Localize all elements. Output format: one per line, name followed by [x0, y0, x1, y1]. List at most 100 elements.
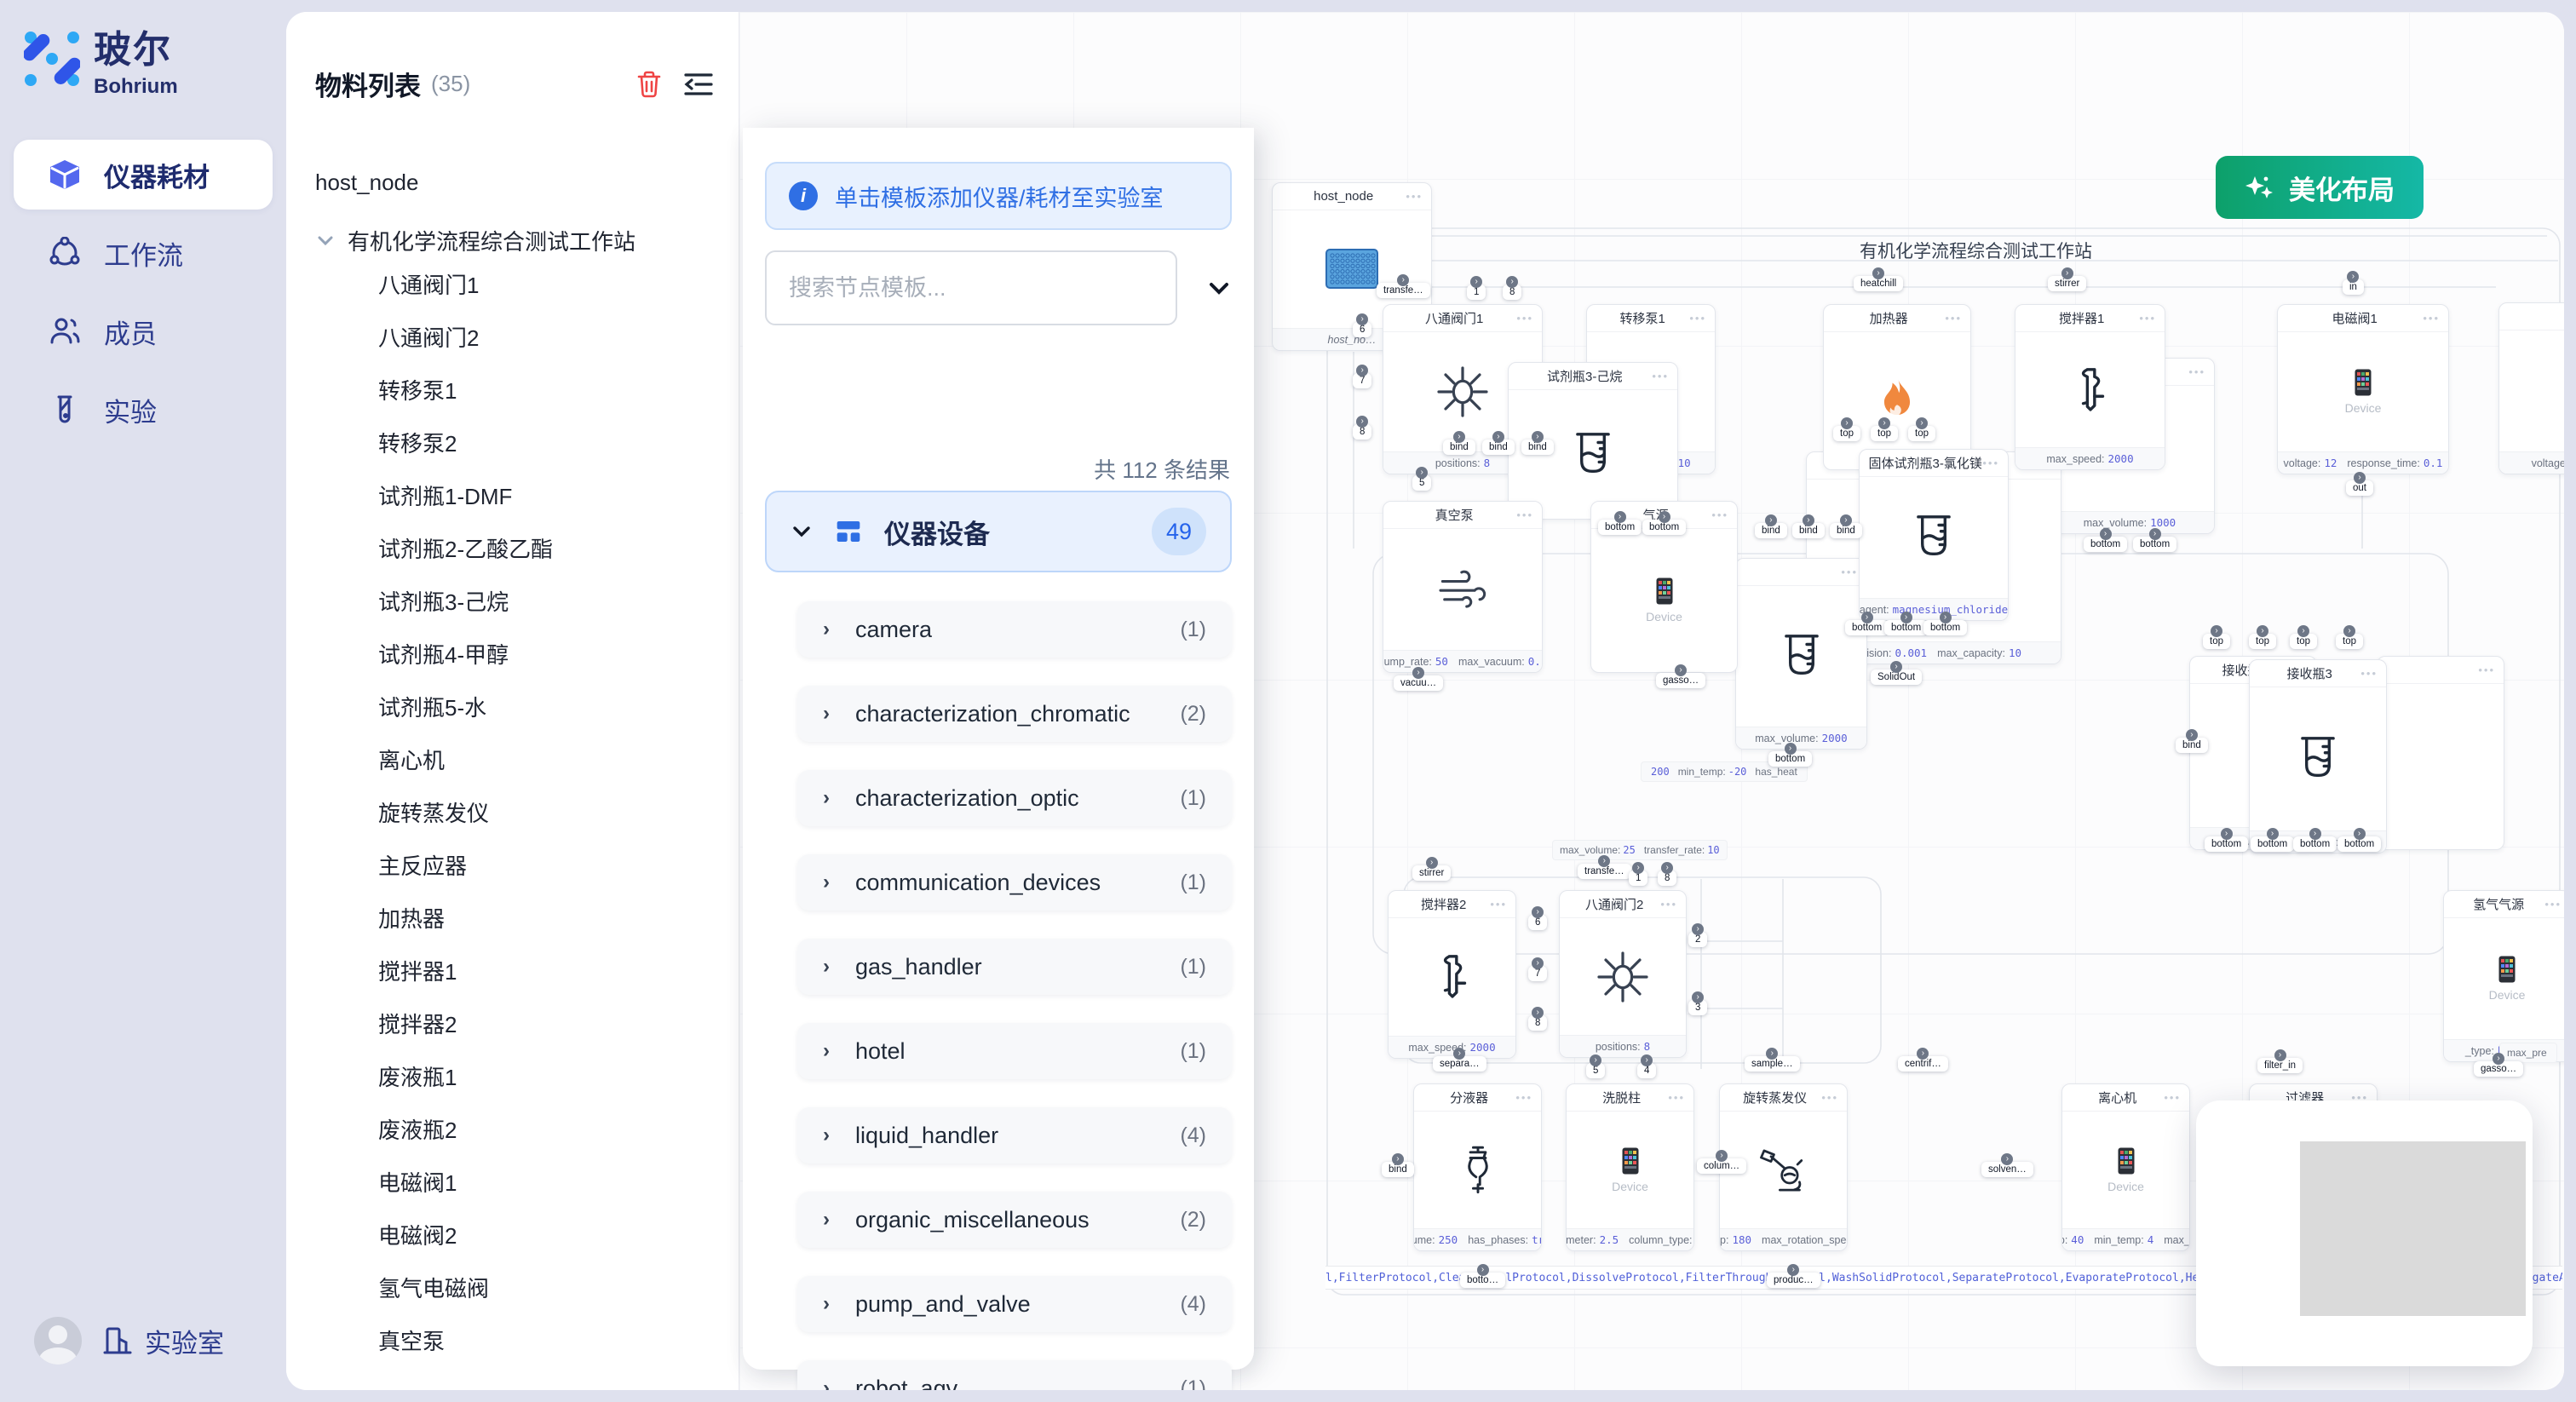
node-menu-icon[interactable]: •••	[1821, 1091, 1838, 1104]
port-pill-solven…[interactable]: solven…	[1981, 1162, 2033, 1177]
node-menu-icon[interactable]: •••	[2139, 312, 2156, 325]
tree-item[interactable]: 搅拌器2	[315, 998, 730, 1051]
beautify-layout-button[interactable]: 美化布局	[2216, 156, 2424, 219]
chevron-down-icon[interactable]	[315, 230, 336, 250]
port-pill-transfe…[interactable]: transfe…	[1578, 864, 1631, 879]
canvas-node-加热器[interactable]: 加热器•••	[1823, 304, 1971, 470]
port-pill-2[interactable]: 2	[1688, 932, 1707, 947]
port-pill-stirrer[interactable]: stirrer	[1412, 865, 1451, 881]
canvas-node-分液器[interactable]: 分液器•••volume:250has_phases:true	[1413, 1083, 1542, 1251]
category-row-pump_and_valve[interactable]: ›pump_and_valve(4)	[797, 1276, 1232, 1332]
port-pill-transfe…[interactable]: transfe…	[1377, 283, 1430, 298]
node-menu-icon[interactable]: •••	[1841, 566, 1858, 578]
node-menu-icon[interactable]: •••	[1689, 312, 1706, 325]
port-pill-bottom[interactable]: bottom	[1923, 620, 1967, 635]
port-pill-1[interactable]: 1	[1629, 871, 1647, 886]
node-menu-icon[interactable]: •••	[1660, 898, 1677, 911]
port-pill-7[interactable]: 7	[1353, 373, 1371, 388]
port-pill-SolidOut[interactable]: SolidOut	[1871, 669, 1922, 685]
port-pill-3[interactable]: 3	[1688, 1000, 1707, 1015]
node-menu-icon[interactable]: •••	[2478, 664, 2495, 676]
category-row-hotel[interactable]: ›hotel(1)	[797, 1023, 1232, 1079]
category-row-organic_miscellaneous[interactable]: ›organic_miscellaneous(2)	[797, 1192, 1232, 1248]
tree-item[interactable]: 电磁阀2	[315, 1210, 730, 1262]
node-menu-icon[interactable]: •••	[1668, 1091, 1685, 1104]
category-row-gas_handler[interactable]: ›gas_handler(1)	[797, 939, 1232, 995]
port-pill-bottom[interactable]: bottom	[2293, 836, 2337, 852]
port-pill-heatchill[interactable]: heatchill	[1854, 276, 1903, 291]
port-pill-bind[interactable]: bind	[1830, 523, 1862, 538]
port-pill-1[interactable]: 1	[1467, 284, 1486, 300]
tree-item[interactable]: 试剂瓶1-DMF	[315, 470, 730, 523]
port-pill-bind[interactable]: bind	[1755, 523, 1787, 538]
port-pill-botto…[interactable]: botto…	[1460, 1273, 1505, 1288]
node-menu-icon[interactable]: •••	[2423, 312, 2440, 325]
section-instruments-header[interactable]: 仪器设备 49	[765, 491, 1232, 572]
port-pill-top[interactable]: top	[1871, 426, 1898, 441]
tree-item[interactable]: 旋转蒸发仪	[315, 787, 730, 840]
tree-item[interactable]: 离心机	[315, 734, 730, 787]
tree-item[interactable]: 真空泵	[315, 1315, 730, 1368]
canvas-node-接收瓶3[interactable]: 接收瓶3•••max_volume:250	[2249, 659, 2387, 853]
tree-item[interactable]: 加热器	[315, 893, 730, 945]
port-pill-bottom[interactable]: bottom	[1598, 520, 1642, 535]
tree-item[interactable]: 八通阀门2	[315, 312, 730, 365]
category-row-liquid_handler[interactable]: ›liquid_handler(4)	[797, 1107, 1232, 1164]
node-menu-icon[interactable]: •••	[1945, 312, 1962, 325]
canvas-node-固体试剂瓶3-氯化镁[interactable]: 固体试剂瓶3-氯化镁•••agent:magnesium_chloride	[1859, 449, 2009, 621]
tree-item[interactable]: 转移泵2	[315, 417, 730, 470]
node-menu-icon[interactable]: •••	[2544, 898, 2562, 911]
canvas-node-氢气气源[interactable]: 氢气气源•••Device_type:hydrogen	[2443, 890, 2564, 1062]
port-pill-5[interactable]: 5	[1412, 475, 1431, 491]
node-menu-icon[interactable]: •••	[1516, 509, 1533, 521]
collapse-all-icon[interactable]	[1206, 275, 1232, 301]
tree-group-row[interactable]: 有机化学流程综合测试工作站	[315, 221, 730, 259]
canvas-node-电磁阀1[interactable]: 电磁阀1•••Devicevoltage:12response_time:0.1	[2277, 304, 2449, 474]
port-pill-top[interactable]: top	[1833, 426, 1860, 441]
canvas-node-真空泵[interactable]: 真空泵•••pump_rate:50max_vacuum:0.1	[1383, 501, 1543, 673]
tree-item[interactable]: 主反应器	[315, 840, 730, 893]
node-menu-icon[interactable]: •••	[1515, 1091, 1532, 1104]
category-row-camera[interactable]: ›camera(1)	[797, 601, 1232, 658]
port-pill-4[interactable]: 4	[1637, 1063, 1656, 1078]
port-pill-bottom[interactable]: bottom	[2133, 537, 2176, 552]
port-pill-7[interactable]: 7	[1528, 966, 1547, 981]
port-pill-top[interactable]: top	[2336, 634, 2363, 649]
port-pill-out[interactable]: out	[2346, 480, 2373, 496]
tree-item[interactable]: 试剂瓶5-水	[315, 681, 730, 734]
tree-item[interactable]: 转移泵1	[315, 365, 730, 417]
port-pill-bottom[interactable]: bottom	[2337, 836, 2381, 852]
tree-item[interactable]: 电磁阀1	[315, 1157, 730, 1210]
tree-item[interactable]: 搅拌器1	[315, 945, 730, 998]
port-pill-bottom[interactable]: bottom	[2205, 836, 2248, 852]
category-row-characterization_chromatic[interactable]: ›characterization_chromatic(2)	[797, 686, 1232, 742]
tree-item[interactable]: 试剂瓶3-己烷	[315, 576, 730, 629]
port-pill-stirrer[interactable]: stirrer	[2048, 276, 2086, 291]
port-pill-6[interactable]: 6	[1528, 915, 1547, 930]
port-pill-bottom[interactable]: bottom	[2251, 836, 2294, 852]
port-pill-separa…[interactable]: separa…	[1433, 1056, 1486, 1072]
port-pill-in[interactable]: in	[2343, 279, 2364, 295]
port-pill-top[interactable]: top	[2290, 634, 2317, 649]
tree-item[interactable]: 氢气电磁阀	[315, 1262, 730, 1315]
port-pill-top[interactable]: top	[1908, 426, 1935, 441]
category-row-communication_devices[interactable]: ›communication_devices(1)	[797, 854, 1232, 911]
port-pill-5[interactable]: 5	[1586, 1063, 1605, 1078]
port-pill-8[interactable]: 8	[1503, 284, 1521, 300]
user-avatar[interactable]	[34, 1317, 82, 1365]
port-pill-produc…[interactable]: produc…	[1767, 1273, 1820, 1288]
preview-overlay-card[interactable]	[2196, 1100, 2533, 1366]
canvas-node-搅拌器2[interactable]: 搅拌器2•••max_speed:2000	[1388, 890, 1516, 1059]
port-pill-bottom[interactable]: bottom	[1642, 520, 1686, 535]
port-pill-gasso…[interactable]: gasso…	[1656, 673, 1705, 688]
tree-item[interactable]: 试剂瓶4-甲醇	[315, 629, 730, 681]
port-pill-filter_in[interactable]: filter_in	[2257, 1058, 2303, 1073]
port-pill-bind[interactable]: bind	[1792, 523, 1825, 538]
collapse-list-icon[interactable]	[684, 72, 713, 97]
port-pill-centrif…[interactable]: centrif…	[1898, 1056, 1948, 1072]
category-row-robot_agv[interactable]: ›robot_agv(1)	[797, 1360, 1232, 1390]
tree-root-node[interactable]: host_node	[315, 164, 730, 201]
node-menu-icon[interactable]: •••	[2360, 667, 2378, 680]
delete-icon[interactable]	[636, 71, 662, 98]
port-pill-6[interactable]: 6	[1353, 322, 1371, 337]
